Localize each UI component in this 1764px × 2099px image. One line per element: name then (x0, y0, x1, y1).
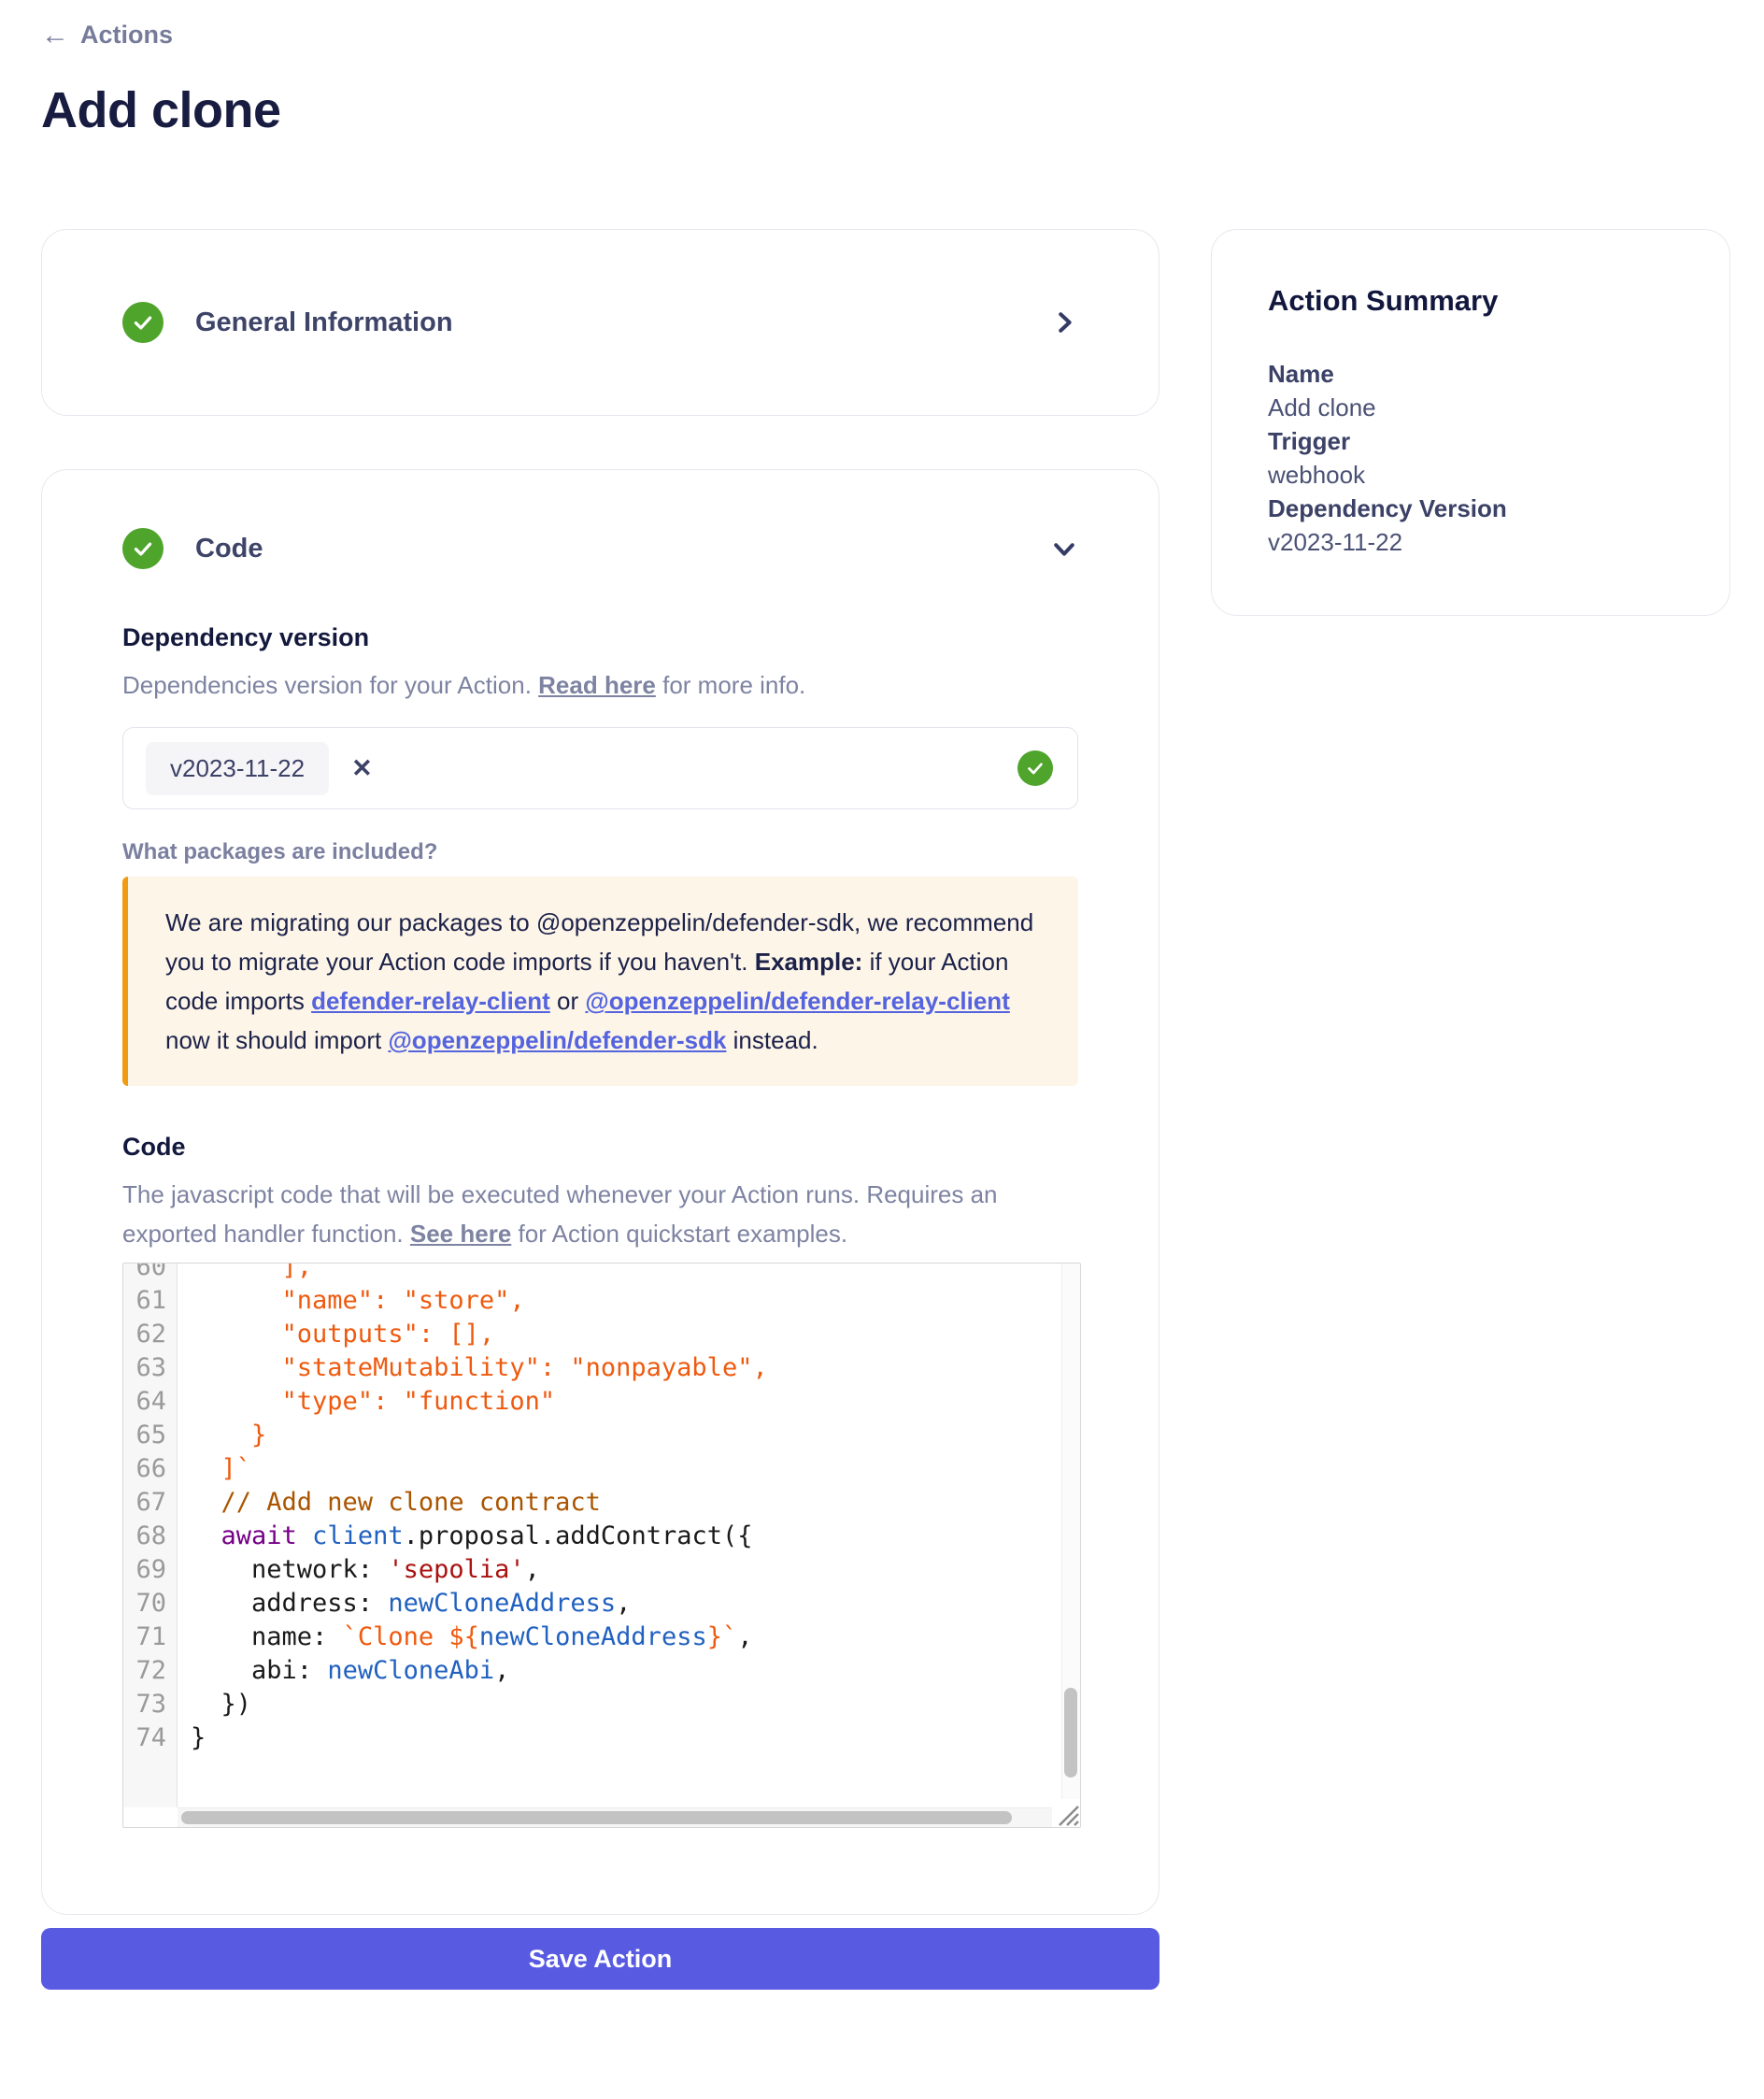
action-summary-list: Name Add clone Trigger webhook Dependenc… (1268, 357, 1673, 559)
code-card-header[interactable]: Code (122, 528, 1078, 569)
save-action-button[interactable]: Save Action (41, 1928, 1159, 1990)
general-information-complete-check-icon (122, 302, 164, 343)
alert-text: now it should import (165, 1026, 388, 1054)
dependency-desc-text: Dependencies version for your Action. (122, 671, 538, 699)
openzeppelin-defender-sdk-link[interactable]: @openzeppelin/defender-sdk (388, 1026, 726, 1054)
migration-alert: We are migrating our packages to @openze… (122, 877, 1078, 1086)
packages-included-question: What packages are included? (122, 839, 1078, 865)
editor-horizontal-scrollbar[interactable] (178, 1807, 1061, 1827)
summary-dependency-label: Dependency Version (1268, 492, 1673, 525)
valid-check-icon (1017, 750, 1053, 786)
defender-relay-client-link[interactable]: defender-relay-client (311, 987, 550, 1015)
dependency-version-tag: v2023-11-22 (146, 742, 329, 795)
add-clone-page: ← Actions Add clone General Information (0, 0, 1764, 2099)
alert-text: instead. (726, 1026, 818, 1054)
summary-trigger-value: webhook (1268, 458, 1673, 492)
chevron-right-icon[interactable] (1050, 308, 1078, 336)
summary-dependency-value: v2023-11-22 (1268, 525, 1673, 559)
code-editor[interactable]: 60 ],61 "name": "store",62 "outputs": []… (122, 1263, 1081, 1828)
horizontal-scroll-thumb[interactable] (181, 1811, 1012, 1824)
general-information-header[interactable]: General Information (122, 302, 1078, 343)
right-column: Action Summary Name Add clone Trigger we… (1211, 229, 1730, 616)
action-summary-card: Action Summary Name Add clone Trigger we… (1211, 229, 1730, 616)
alert-text: or (550, 987, 586, 1015)
content-columns: General Information Code (41, 229, 1730, 1990)
breadcrumb-actions[interactable]: ← Actions (41, 21, 1730, 50)
dependency-version-select[interactable]: v2023-11-22 ✕ (122, 727, 1078, 809)
back-arrow-icon: ← (41, 21, 69, 50)
general-information-card[interactable]: General Information (41, 229, 1159, 416)
action-summary-title: Action Summary (1268, 284, 1673, 318)
general-information-title: General Information (195, 307, 453, 338)
summary-name-label: Name (1268, 357, 1673, 391)
alert-example-label: Example: (755, 948, 863, 976)
dependency-desc-text-suffix: for more info. (656, 671, 805, 699)
summary-name-value: Add clone (1268, 391, 1673, 424)
vertical-scroll-thumb[interactable] (1064, 1688, 1077, 1778)
read-here-link[interactable]: Read here (538, 671, 656, 699)
page-title: Add clone (41, 81, 1730, 139)
code-desc-text-suffix: for Action quickstart examples. (511, 1220, 847, 1248)
remove-version-icon[interactable]: ✕ (351, 756, 373, 781)
editor-vertical-scrollbar[interactable] (1061, 1264, 1080, 1807)
chevron-down-icon[interactable] (1050, 535, 1078, 563)
code-card: Code Dependency version Dependencies ver… (41, 469, 1159, 1915)
code-field-label: Code (122, 1133, 1078, 1162)
see-here-link[interactable]: See here (410, 1220, 511, 1248)
left-column: General Information Code (41, 229, 1159, 1990)
summary-trigger-label: Trigger (1268, 424, 1673, 458)
code-complete-check-icon (122, 528, 164, 569)
breadcrumb-label: Actions (80, 21, 173, 50)
code-card-title: Code (195, 534, 263, 564)
openzeppelin-defender-relay-client-link[interactable]: @openzeppelin/defender-relay-client (585, 987, 1009, 1015)
code-editor-lines[interactable]: 60 ],61 "name": "store",62 "outputs": []… (123, 1263, 1061, 1755)
code-field-description: The javascript code that will be execute… (122, 1175, 1043, 1253)
dependency-version-description: Dependencies version for your Action. Re… (122, 665, 1078, 705)
editor-resize-handle-icon[interactable] (1052, 1799, 1080, 1827)
dependency-version-label: Dependency version (122, 623, 1078, 652)
